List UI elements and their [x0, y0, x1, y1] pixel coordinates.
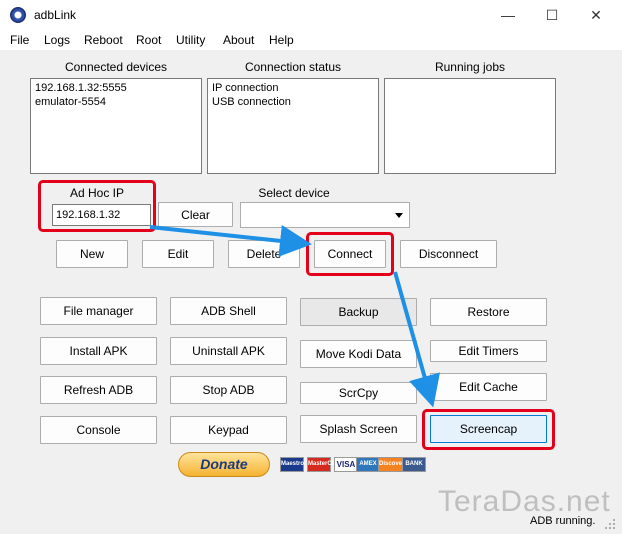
bank-card-icon: BANK — [402, 457, 426, 472]
status-text: ADB running. — [530, 515, 596, 527]
maestro-card-icon: Maestro — [280, 457, 304, 472]
arrow-to-screencap — [393, 271, 440, 408]
amex-card-icon: AMEX — [356, 457, 380, 472]
donate-button[interactable]: Donate — [178, 452, 270, 477]
watermark: TeraDas.net — [438, 485, 611, 518]
visa-card-icon: VISA — [334, 457, 358, 472]
mastercard-icon: MasterCard — [307, 457, 341, 472]
arrow-to-connect — [149, 224, 312, 257]
resize-grip-icon[interactable] — [604, 518, 616, 530]
discover-card-icon: Discover — [378, 457, 404, 472]
annotation-arrows — [149, 224, 440, 408]
